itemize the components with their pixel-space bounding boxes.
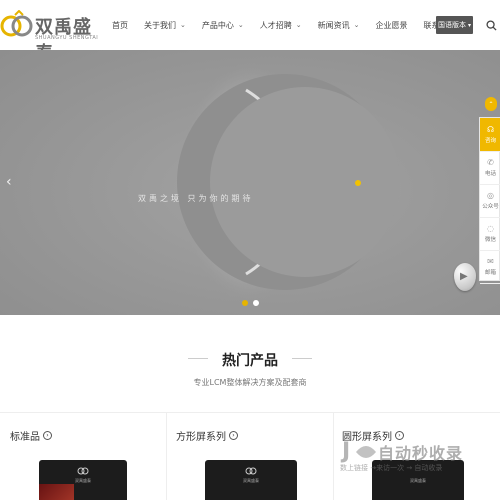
slide-dot-1[interactable] [242,300,248,306]
language-switch-button[interactable]: 国语版本 ▾ [436,16,473,34]
side-item-label: 咨询 [484,137,496,144]
product-image-accent [39,484,75,500]
logo-mark-icon [0,10,33,37]
nav-item-label: 关于我们 [144,20,176,30]
svg-text:J: J [340,439,350,464]
banner-graphic [10,62,400,302]
chevron-right-icon: › [229,431,238,440]
watermark-title: 自动秒收录 [378,444,464,463]
product-card-square[interactable]: 方形屏系列 › 双禹盛泰 [167,412,334,500]
side-item-wechat-official[interactable]: ◎ 公众号 [480,184,500,218]
nav-item-4[interactable]: 人才招聘 ⌄ [260,20,302,31]
nav-item-label: 首页 [112,20,128,30]
play-icon: ▶ [460,271,468,282]
nav-item-6[interactable]: 企业愿景 [376,20,408,31]
contact-panel: ☊ 咨询 ✆ 电话 ◎ 公众号 ◌ 微信 ✉ 邮箱 [479,117,500,284]
headset-icon: ☊ [486,124,495,134]
back-to-top-button[interactable]: ⌃ [485,97,497,111]
product-image: 双禹盛泰 [39,460,127,500]
nav-item-5[interactable]: 新闻资讯 ⌄ [318,20,360,31]
watermark-subtitle: 数上链接 →来访一次 → 自动收录 [340,464,443,472]
side-item-wechat[interactable]: ◌ 微信 [480,217,500,251]
brand-name-en: SHUANGYU SHENGTAI [35,35,99,41]
side-item-headset[interactable]: ☊ 咨询 [480,118,500,152]
product-image-caption: 双禹盛泰 [243,478,259,483]
slide-dots [242,300,259,306]
side-item-label: 电话 [484,170,496,177]
search-icon[interactable] [486,20,497,31]
side-item-label: 微信 [484,236,496,243]
side-item-phone[interactable]: ✆ 电话 [480,151,500,185]
nav-item-label: 人才招聘 [259,20,292,30]
slide-dot-2[interactable] [253,300,259,306]
chevron-down-icon: ▾ [467,21,471,29]
product-image: 双禹盛泰 [205,460,297,500]
chevron-right-icon: › [43,431,52,440]
chevron-down-icon: ⌄ [237,21,244,29]
prev-slide-arrow[interactable]: ‹ [6,174,12,190]
nav-item-label: 产品中心 [201,20,234,30]
logo-mark-icon [245,467,257,475]
product-image-caption: 双禹盛泰 [410,478,426,483]
product-card-standard[interactable]: 标准品 › 双禹盛泰 [0,412,167,500]
product-card-title: 方形屏系列 › [176,428,238,443]
nav-item-label: 企业愿景 [375,20,408,30]
hero-banner: ‹ 双禹之境 只为你的期待 ▶ [0,50,500,315]
main-nav: 首页关于我们⌄产品中心⌄人才招聘⌄新闻资讯⌄企业愿景联系我们⌄ [112,0,481,50]
chevron-down-icon: ⌄ [180,21,186,29]
chevron-down-icon: ⌄ [353,21,360,29]
product-title-label: 方形屏系列 [176,432,226,443]
banner-slogan: 双禹之境 只为你的期待 [138,194,254,203]
side-item-mail[interactable]: ✉ 邮箱 [480,250,500,284]
side-item-label: 邮箱 [484,269,496,276]
nav-item-2[interactable]: 关于我们 ⌄ [144,20,186,31]
wechat-icon: ◌ [487,223,494,233]
mail-icon: ✉ [487,256,494,266]
brand-logo[interactable]: 双禹盛泰 SHUANGYU SHENGTAI [0,8,100,64]
product-card-title: 标准品 › [10,428,52,443]
nav-item-3[interactable]: 产品中心 ⌄ [202,20,244,31]
chevron-down-icon: ⌄ [295,21,302,29]
side-item-label: 公众号 [482,203,499,210]
wechat-official-icon: ◎ [487,190,494,200]
section-title: 热门产品 [222,353,278,369]
section-subtitle: 专业LCM整体解决方案及配套商 [193,378,307,387]
product-title-label: 标准品 [10,432,40,443]
nav-item-label: 新闻资讯 [317,20,350,30]
phone-icon: ✆ [487,157,494,167]
language-label: 国语版本 [437,21,466,29]
header: 双禹盛泰 SHUANGYU SHENGTAI 首页关于我们⌄产品中心⌄人才招聘⌄… [0,0,500,64]
logo-mark-icon [77,467,89,475]
nav-item-1[interactable]: 首页 [112,20,128,31]
